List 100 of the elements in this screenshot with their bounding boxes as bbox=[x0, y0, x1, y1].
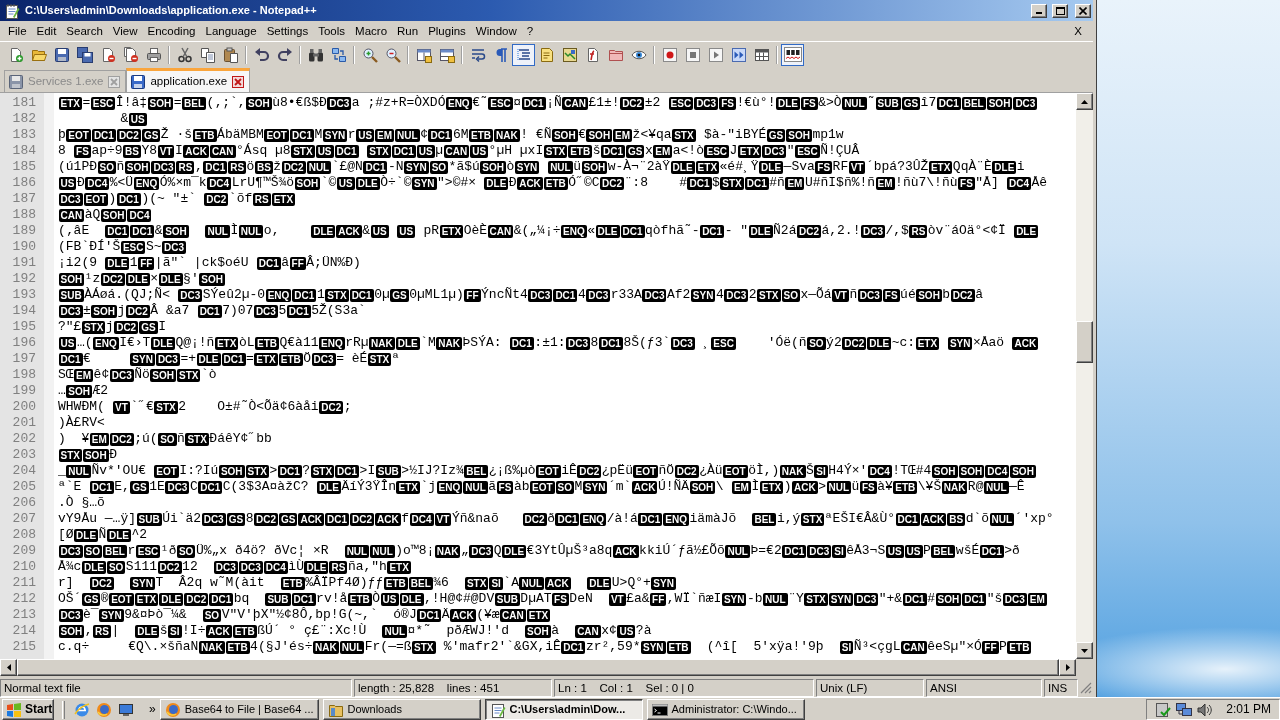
control-char: GS bbox=[130, 480, 149, 494]
code-text: &(„¼¡÷ bbox=[513, 223, 561, 239]
left-arrow-icon bbox=[6, 664, 11, 671]
code-text: bq bbox=[233, 591, 251, 607]
menu-item[interactable]: Settings bbox=[261, 21, 314, 41]
globe-icon[interactable] bbox=[96, 701, 112, 718]
menu-item[interactable]: Language bbox=[200, 21, 262, 41]
code-text: ÄíÝ3ŸÎn bbox=[341, 479, 396, 495]
close-button[interactable] bbox=[1075, 3, 1091, 18]
menu-item[interactable]: Plugins bbox=[423, 21, 471, 41]
code-text: LrU¶™Š¾ö bbox=[231, 175, 295, 191]
control-char: SI bbox=[814, 464, 828, 478]
taskbar-button[interactable]: Administrator: C:\Windo... bbox=[646, 699, 805, 720]
taskbar-button[interactable]: C:\Users\admin\Dow... bbox=[484, 699, 643, 720]
tick-box-icon[interactable] bbox=[1155, 701, 1172, 718]
control-char: FF bbox=[650, 592, 667, 606]
control-char: ESC bbox=[120, 240, 146, 254]
control-char: CAN bbox=[575, 624, 601, 638]
code-text: ^2 bbox=[131, 527, 148, 543]
more-button[interactable]: » bbox=[145, 702, 160, 717]
control-char: CAN bbox=[901, 640, 927, 654]
code-text: j bbox=[105, 319, 114, 335]
control-char: ETB bbox=[543, 176, 568, 190]
maximize-button[interactable] bbox=[1052, 3, 1068, 18]
control-char: DC1 bbox=[895, 512, 920, 526]
code-text: qòfhã˜- bbox=[645, 223, 700, 239]
scroll-up-button[interactable] bbox=[1076, 93, 1093, 110]
control-char: US bbox=[128, 112, 147, 126]
code-text: € bbox=[83, 351, 92, 367]
taskbar-button[interactable]: Downloads bbox=[322, 699, 481, 720]
control-char: SUB bbox=[494, 592, 520, 606]
control-char: STX bbox=[720, 176, 744, 190]
menu-item[interactable]: Encoding bbox=[142, 21, 201, 41]
scroll-left-button[interactable] bbox=[0, 659, 17, 676]
scrollbar-thumb[interactable] bbox=[1076, 321, 1093, 363]
printer-icon bbox=[145, 46, 162, 63]
code-text: = bbox=[82, 95, 91, 111]
control-char: EM bbox=[731, 480, 751, 494]
control-char: VT bbox=[832, 288, 849, 302]
code-text: C(3$3A¤àžC? bbox=[222, 479, 310, 495]
tab[interactable]: application.exe bbox=[126, 68, 251, 92]
menu-item[interactable]: Search bbox=[61, 21, 108, 41]
code-text: ! €Ñ bbox=[520, 127, 552, 143]
code-text: RF bbox=[832, 159, 849, 175]
control-char: DC1 bbox=[105, 224, 130, 238]
control-char: SOH bbox=[935, 592, 962, 606]
control-char: DC4 bbox=[207, 176, 232, 190]
control-char: NUL bbox=[548, 160, 573, 174]
close-document-button[interactable]: X bbox=[1069, 21, 1087, 41]
menu-item[interactable]: ? bbox=[521, 21, 539, 41]
editor-area[interactable] bbox=[0, 93, 1076, 659]
control-char: DC1 bbox=[962, 592, 987, 606]
code-text: „ bbox=[460, 543, 469, 559]
code-text: %'mafr2'`&GX,iÊ bbox=[442, 639, 561, 655]
code-text: Åê bbox=[1031, 175, 1048, 191]
browser-icon[interactable] bbox=[74, 701, 90, 718]
line-number: 187 bbox=[11, 191, 37, 207]
toolbar-button[interactable] bbox=[781, 43, 804, 66]
control-char: NUL bbox=[238, 224, 264, 238]
code-text: « bbox=[587, 223, 595, 239]
network-icon[interactable] bbox=[1176, 701, 1193, 718]
menu-item[interactable]: Window bbox=[470, 21, 522, 41]
control-char: DC2 bbox=[204, 192, 229, 206]
line-number: 194 bbox=[11, 303, 37, 319]
menu-item[interactable]: Tools bbox=[313, 21, 351, 41]
menu-item[interactable]: View bbox=[107, 21, 143, 41]
code-text: —Sva bbox=[783, 159, 815, 175]
code-text: = èÉ bbox=[336, 351, 368, 367]
control-char: FS bbox=[958, 176, 975, 190]
undo-icon bbox=[253, 46, 270, 63]
menu-item[interactable]: Run bbox=[392, 21, 424, 41]
control-char: DC1 bbox=[902, 592, 927, 606]
control-char: DC3 bbox=[327, 96, 352, 110]
scroll-right-button[interactable] bbox=[1059, 659, 1076, 676]
code-text: zr²,59* bbox=[585, 639, 641, 655]
menu-item[interactable]: Edit bbox=[31, 21, 62, 41]
minimize-button[interactable] bbox=[1031, 3, 1047, 18]
taskbar-button[interactable]: Base64 to File | Base64 ... bbox=[159, 699, 319, 720]
code-text: Ó˝©C bbox=[568, 175, 600, 191]
control-char: DC1 bbox=[601, 144, 625, 158]
control-char: SI bbox=[839, 640, 854, 654]
word-wrap-icon bbox=[469, 46, 486, 63]
desktop-icon[interactable] bbox=[118, 701, 134, 718]
code-text: Ò bbox=[372, 591, 381, 607]
scroll-down-button[interactable] bbox=[1076, 642, 1093, 659]
code-text: > bbox=[818, 479, 826, 495]
control-char: ESC bbox=[135, 544, 161, 558]
menu-item[interactable]: Macro bbox=[350, 21, 393, 41]
vertical-scrollbar[interactable] bbox=[1076, 93, 1093, 659]
control-char: ETB bbox=[225, 640, 250, 654]
menu-item[interactable]: File bbox=[3, 21, 32, 41]
start-button[interactable]: Start bbox=[2, 699, 54, 720]
code-text: >ð bbox=[1004, 543, 1020, 559]
notepad-icon bbox=[489, 701, 506, 718]
close-icon bbox=[108, 75, 121, 88]
code-text: M bbox=[314, 127, 323, 143]
speaker-icon[interactable] bbox=[1197, 701, 1214, 718]
control-char: DC1 bbox=[979, 544, 1004, 558]
control-char: NUL bbox=[370, 544, 395, 558]
control-char: DLE bbox=[399, 592, 424, 606]
